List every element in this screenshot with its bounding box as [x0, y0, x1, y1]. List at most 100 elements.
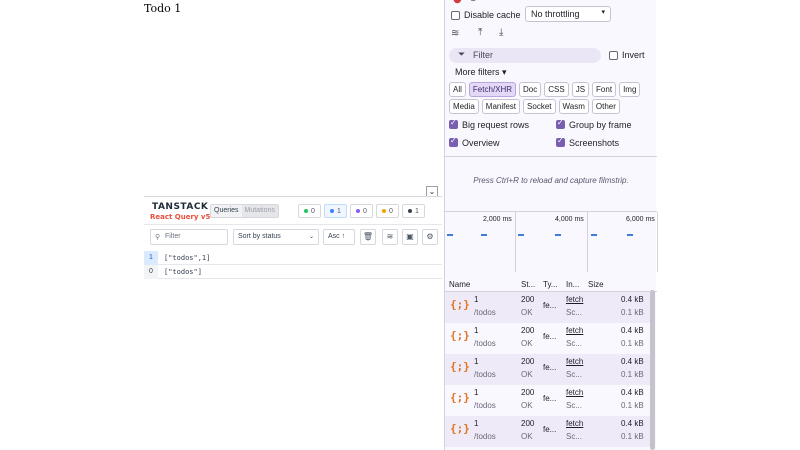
timeline-tick: 2,000 ms	[483, 216, 512, 223]
request-status-text: OK	[521, 370, 533, 379]
sort-select[interactable]: Sort by status ⌄	[233, 229, 319, 245]
open-in-panel-button[interactable]: ▣	[402, 229, 418, 245]
query-row[interactable]: 0 ["todos"]	[144, 264, 442, 279]
request-name: 1	[474, 388, 479, 397]
status-dot	[304, 209, 309, 213]
column-initiator[interactable]: In...	[566, 280, 579, 289]
request-size: 0.4 kB	[621, 326, 644, 335]
network-filter-input[interactable]: ⏷ Filter	[449, 48, 601, 63]
request-type: fe...	[543, 363, 557, 372]
request-status: 200	[521, 419, 535, 428]
request-initiator-link[interactable]: fetch	[566, 326, 583, 335]
panel-icon: ▣	[406, 232, 414, 241]
request-status: 200	[521, 388, 535, 397]
column-name[interactable]: Name	[449, 280, 470, 289]
status-badge-fetching[interactable]: 1	[324, 204, 347, 218]
chip-manifest[interactable]: Manifest	[481, 99, 521, 114]
chip-img[interactable]: Img	[619, 82, 641, 97]
chip-fetch-xhr[interactable]: Fetch/XHR	[468, 82, 517, 97]
status-dot	[330, 209, 335, 213]
status-badge-stale[interactable]: 0	[376, 204, 399, 218]
request-list-scrollbar[interactable]	[650, 290, 655, 450]
badge-count: 1	[337, 207, 341, 215]
request-size: 0.4 kB	[621, 357, 644, 366]
overview-timeline[interactable]: 2,000 ms 4,000 ms 6,000 ms	[445, 212, 658, 272]
request-row[interactable]: {;} 1 /todos 200 OK fe... fetch Sc... 0.…	[445, 292, 651, 323]
column-size[interactable]: Size	[588, 280, 604, 289]
fetch-xhr-icon: {;}	[450, 360, 470, 373]
download-icon[interactable]: ⤓	[499, 27, 503, 38]
request-row[interactable]: {;} 1 /todos 200 OK fe... fetch Sc... 0.…	[445, 354, 651, 385]
request-status-text: OK	[521, 401, 533, 410]
query-row[interactable]: 1 ["todos",1]	[144, 250, 442, 265]
request-resource-size: 0.1 kB	[621, 401, 644, 410]
request-row[interactable]: {;} 1 /todos 200 OK fe... fetch Sc... 0.…	[445, 416, 651, 447]
request-initiator-link[interactable]: fetch	[566, 357, 583, 366]
invert-checkbox[interactable]	[609, 51, 618, 60]
request-bar	[447, 234, 453, 236]
screenshots-checkbox[interactable]	[556, 136, 565, 147]
chip-css[interactable]: CSS	[544, 82, 569, 97]
badge-count: 0	[311, 207, 315, 215]
chip-other[interactable]: Other	[591, 99, 620, 114]
request-row[interactable]: {;} 1 /todos 200 OK fe... fetch Sc... 0.…	[445, 323, 651, 354]
clear-cache-button[interactable]: 🗑	[360, 229, 376, 245]
timeline-tick: 4,000 ms	[555, 216, 584, 223]
request-resource-size: 0.1 kB	[621, 370, 644, 379]
overview-checkbox[interactable]	[449, 136, 458, 147]
filter-placeholder: Filter	[473, 50, 493, 60]
devtools-collapse-button[interactable]: ⌄	[426, 186, 438, 196]
filmstrip-hint: Press Ctrl+R to reload and capture films…	[473, 176, 629, 185]
column-type[interactable]: Ty...	[543, 280, 558, 289]
disable-cache-checkbox[interactable]	[451, 11, 460, 20]
request-initiator-link[interactable]: fetch	[566, 295, 583, 304]
chip-socket[interactable]: Socket	[523, 99, 556, 114]
request-status: 200	[521, 295, 535, 304]
fetch-xhr-icon: {;}	[450, 391, 470, 404]
tanstack-toolbar: ⚲ Filter Sort by status ⌄ Asc ↑ 🗑 ≋ ▣ ⚙	[144, 229, 442, 247]
request-initiator-link[interactable]: fetch	[566, 419, 583, 428]
column-status[interactable]: St...	[521, 280, 535, 289]
request-resource-size: 0.1 kB	[621, 308, 644, 317]
chip-font[interactable]: Font	[592, 82, 617, 97]
status-badge-inactive[interactable]: 1	[402, 204, 425, 218]
chip-wasm[interactable]: Wasm	[558, 99, 589, 114]
big-request-rows-checkbox[interactable]	[449, 118, 458, 129]
request-bar	[481, 234, 487, 236]
record-icon[interactable]: ●	[453, 0, 462, 5]
request-name: 1	[474, 357, 479, 366]
upload-icon[interactable]: ⤒	[478, 27, 482, 38]
chevron-down-icon: ⌄	[308, 234, 314, 240]
observer-count: 0	[144, 264, 158, 279]
settings-button[interactable]: ⚙	[422, 229, 438, 245]
request-row[interactable]: {;} 1 /todos 200 OK fe... fetch Sc... 0.…	[445, 385, 651, 416]
request-bar	[627, 234, 633, 236]
request-initiator-sub: Sc...	[566, 370, 583, 379]
chip-doc[interactable]: Doc	[519, 82, 542, 97]
status-dot	[408, 209, 413, 213]
request-resource-size: 0.1 kB	[621, 339, 644, 348]
request-path: /todos	[474, 370, 496, 379]
request-initiator-link[interactable]: fetch	[566, 388, 583, 397]
chip-all[interactable]: All	[449, 82, 466, 97]
more-filters-button[interactable]: More filters ▾	[455, 67, 507, 78]
sort-direction-button[interactable]: Asc ↑	[323, 229, 355, 245]
status-badge-paused[interactable]: 0	[350, 204, 373, 218]
chevron-down-icon: ⌄	[428, 187, 436, 196]
chip-media[interactable]: Media	[449, 99, 479, 114]
clear-icon[interactable]: ⊘	[469, 0, 477, 4]
group-by-frame-checkbox[interactable]	[556, 118, 565, 129]
tab-mutations[interactable]: Mutations	[241, 205, 278, 217]
request-name: 1	[474, 419, 479, 428]
network-conditions-icon[interactable]: ≋	[451, 28, 459, 39]
view-tabs: Queries Mutations	[210, 204, 279, 218]
tab-queries[interactable]: Queries	[211, 205, 242, 217]
query-list: 1 ["todos",1] 0 ["todos"]	[144, 250, 442, 279]
status-badge-fresh[interactable]: 0	[298, 204, 321, 218]
query-filter-input[interactable]: ⚲ Filter	[150, 229, 228, 245]
chip-js[interactable]: JS	[571, 82, 590, 97]
wifi-icon: ≋	[386, 232, 394, 241]
throttling-select[interactable]: No throttling ▾	[525, 6, 611, 22]
mock-offline-button[interactable]: ≋	[382, 229, 398, 245]
fetch-xhr-icon: {;}	[450, 329, 470, 342]
